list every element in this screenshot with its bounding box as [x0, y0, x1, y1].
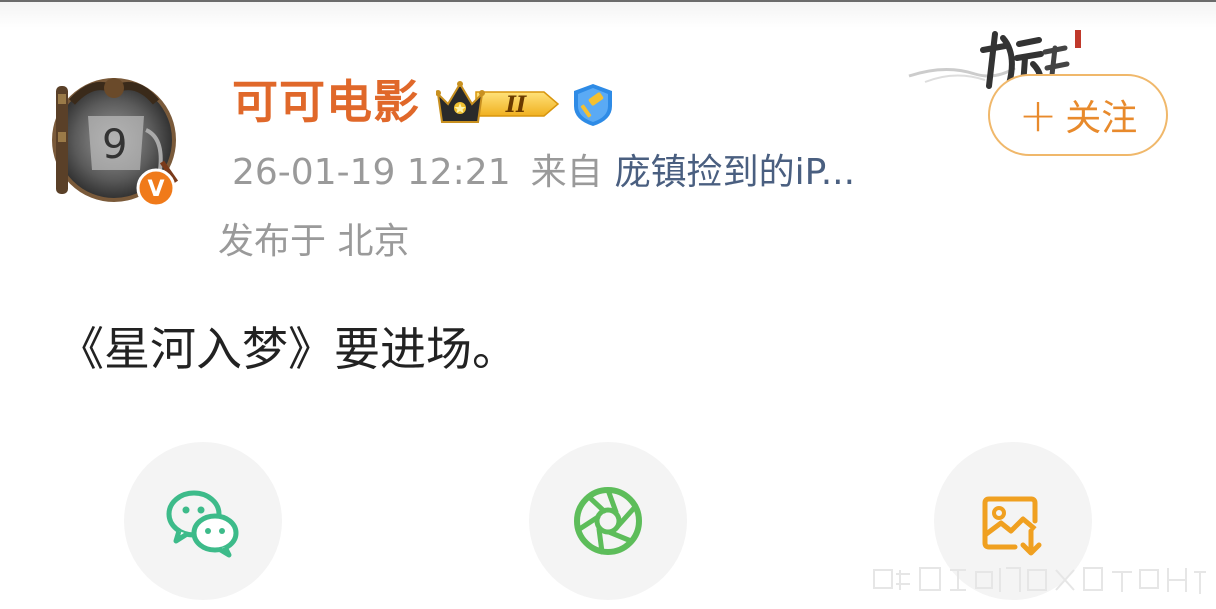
svg-text:II: II	[505, 92, 527, 118]
post-meta: 26-01-19 12:21 来自 庞镇捡到的iP...	[232, 148, 855, 198]
verified-v-icon: V	[136, 168, 176, 208]
post-content: 《星河入梦》要进场。	[58, 322, 518, 376]
gavel-shield-icon[interactable]	[570, 82, 616, 128]
plus-icon: +	[1018, 88, 1058, 142]
source-device-link[interactable]: 庞镇捡到的iP...	[615, 152, 855, 193]
svg-text:9: 9	[102, 122, 127, 168]
wechat-icon	[166, 490, 239, 558]
crown-icon	[435, 81, 485, 123]
member-badge[interactable]: II	[435, 80, 560, 128]
follow-label: 关注	[1065, 98, 1138, 139]
share-moments-button[interactable]	[529, 442, 687, 600]
source-prefix: 来自	[530, 152, 603, 193]
svg-text:V: V	[147, 177, 164, 202]
moments-aperture-icon	[574, 487, 642, 555]
watermark	[870, 560, 1210, 600]
share-wechat-button[interactable]	[124, 442, 282, 600]
post-date: 26-01-19 12:21	[232, 152, 511, 193]
follow-button[interactable]: + 关注	[988, 74, 1168, 156]
avatar[interactable]: 9 V	[44, 72, 188, 208]
save-image-icon	[982, 496, 1042, 556]
post-location: 发布于 北京	[218, 221, 410, 262]
username[interactable]: 可可电影	[232, 74, 420, 130]
